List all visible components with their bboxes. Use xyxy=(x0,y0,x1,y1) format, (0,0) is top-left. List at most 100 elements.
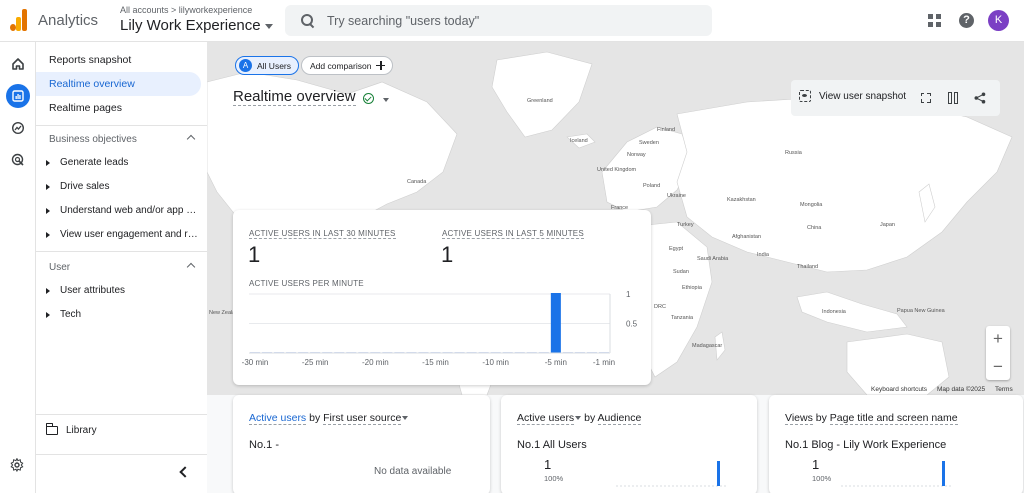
card-value: 1 xyxy=(544,457,552,472)
left-rail xyxy=(0,42,36,493)
reports-icon[interactable] xyxy=(6,84,30,108)
map-label-sweden: Sweden xyxy=(639,140,659,146)
caret-down-icon xyxy=(575,416,582,421)
nav-user-engagement[interactable]: View user engagement and retention xyxy=(36,223,201,247)
apps-grid-icon[interactable] xyxy=(928,14,941,27)
collapse-nav-chevron-icon[interactable] xyxy=(176,465,190,479)
map-label-iceland: Iceland xyxy=(570,138,588,144)
nav-tech[interactable]: Tech xyxy=(36,303,201,327)
nav-label: Understand web and/or app traffic xyxy=(60,205,198,216)
spark-bar xyxy=(942,461,945,486)
breadcrumb[interactable]: All accounts > lilyworkexperience xyxy=(120,5,252,15)
comparison-letter-badge: A xyxy=(239,59,252,72)
expand-arrow-icon xyxy=(46,312,50,318)
map-label-turkey: Turkey xyxy=(677,222,694,228)
nav-realtime-overview[interactable]: Realtime overview xyxy=(36,72,201,96)
x-tick-label: -10 min xyxy=(482,358,509,367)
map-label-russia: Russia xyxy=(785,150,802,156)
map-label-egypt: Egypt xyxy=(669,246,684,252)
map-label-canada: Canada xyxy=(407,179,427,185)
fullscreen-icon[interactable] xyxy=(920,92,931,103)
nav-divider xyxy=(36,414,207,415)
nav-label: Generate leads xyxy=(60,157,129,168)
explore-icon[interactable] xyxy=(6,116,30,140)
nav-user-attributes[interactable]: User attributes xyxy=(36,279,201,303)
caret-down-icon[interactable] xyxy=(383,98,389,102)
expand-arrow-icon xyxy=(46,208,50,214)
comparison-chip-all-users[interactable]: A All Users xyxy=(235,56,300,75)
section-user[interactable]: User xyxy=(49,262,196,273)
zoom-out-button[interactable]: − xyxy=(986,354,1010,380)
search-bar[interactable] xyxy=(285,5,712,36)
world-map[interactable]: Greenland Iceland Canada Sweden Finland … xyxy=(207,42,1024,396)
add-comparison-button[interactable]: Add comparison xyxy=(301,56,394,75)
search-input[interactable] xyxy=(327,13,667,28)
nav-label: View user engagement and retention xyxy=(60,229,198,240)
nav-understand-traffic[interactable]: Understand web and/or app traffic xyxy=(36,199,201,223)
advertising-icon[interactable] xyxy=(6,148,30,172)
help-icon[interactable]: ? xyxy=(959,13,974,28)
zoom-in-button[interactable]: + xyxy=(986,326,1010,352)
user-snapshot-icon xyxy=(799,90,811,102)
card-dimension-label: Page title and screen name xyxy=(829,412,958,425)
map-label-poland: Poland xyxy=(643,183,661,189)
map-label-japan: Japan xyxy=(880,222,895,228)
map-label-sudan: Sudan xyxy=(673,269,689,275)
nav-generate-leads[interactable]: Generate leads xyxy=(36,151,201,175)
nav-label: Drive sales xyxy=(60,181,110,192)
map-zoom-control: + − xyxy=(986,326,1010,380)
map-label-thailand: Thailand xyxy=(797,264,819,270)
card-by-label: by xyxy=(815,412,827,424)
map-label-papua-new-guinea: Papua New Guinea xyxy=(897,308,945,314)
view-user-snapshot-button[interactable]: View user snapshot xyxy=(799,90,906,102)
property-selector[interactable]: Lily Work Experience xyxy=(120,17,273,34)
chevron-up-icon xyxy=(186,262,196,272)
home-icon[interactable] xyxy=(6,52,30,76)
section-business-objectives[interactable]: Business objectives xyxy=(49,134,196,145)
active-users-per-minute-chart[interactable]: 1 0.5 -30 min -25 min -20 min -15 min -10 min -… xyxy=(233,210,651,385)
card-audience: Active users by Audience No.1 All Users … xyxy=(501,395,757,493)
map-label-finland: Finland xyxy=(657,127,676,133)
nav-library[interactable]: Library xyxy=(45,423,97,436)
card-title[interactable]: Views by Page title and screen name xyxy=(785,412,958,425)
y-tick-label: 1 xyxy=(626,290,631,299)
property-name: Lily Work Experience xyxy=(120,17,261,34)
x-tick-label: -1 min xyxy=(593,358,615,367)
folder-icon xyxy=(45,423,58,435)
card-first-user-source: Active users by First user source No.1 -… xyxy=(233,395,490,493)
map-label-mongolia: Mongolia xyxy=(800,202,823,208)
library-label: Library xyxy=(66,425,97,436)
terms-link[interactable]: Terms xyxy=(995,386,1013,393)
analytics-logo-icon[interactable] xyxy=(10,9,28,31)
admin-gear-icon[interactable] xyxy=(10,457,24,476)
nav-drive-sales[interactable]: Drive sales xyxy=(36,175,201,199)
main-content: Greenland Iceland Canada Sweden Finland … xyxy=(207,42,1024,493)
nav-realtime-pages[interactable]: Realtime pages xyxy=(36,96,201,120)
map-label-saudi-arabia: Saudi Arabia xyxy=(697,256,729,262)
map-data-attribution: Map data ©2025 xyxy=(937,386,986,393)
share-icon[interactable] xyxy=(974,92,986,104)
card-dimension-label: Audience xyxy=(597,412,642,425)
caret-down-icon xyxy=(402,416,409,421)
x-tick-label: -15 min xyxy=(422,358,449,367)
card-rank: No.1 Blog - Lily Work Experience xyxy=(785,439,946,451)
realtime-summary-card: ACTIVE USERS IN LAST 30 MINUTES 1 ACTIVE… xyxy=(233,210,651,385)
section-label: Business objectives xyxy=(49,134,137,145)
nav-reports-snapshot[interactable]: Reports snapshot xyxy=(36,48,201,72)
compare-icon[interactable] xyxy=(948,92,960,104)
nav-divider xyxy=(36,251,207,252)
map-label-madagascar: Madagascar xyxy=(692,343,723,349)
expand-arrow-icon xyxy=(46,288,50,294)
check-circle-icon[interactable] xyxy=(363,93,374,104)
add-comparison-label: Add comparison xyxy=(310,60,372,71)
keyboard-shortcuts-link[interactable]: Keyboard shortcuts xyxy=(871,386,927,393)
map-label-ukraine: Ukraine xyxy=(667,193,686,199)
bar-minute--5 xyxy=(550,293,561,353)
avatar[interactable]: K xyxy=(988,10,1009,31)
card-title[interactable]: Active users by First user source xyxy=(249,412,409,425)
expand-arrow-icon xyxy=(46,160,50,166)
search-icon xyxy=(301,13,315,28)
card-title[interactable]: Active users by Audience xyxy=(517,412,642,425)
map-label-china: China xyxy=(807,225,822,231)
report-toolbar: View user snapshot xyxy=(791,80,1000,116)
